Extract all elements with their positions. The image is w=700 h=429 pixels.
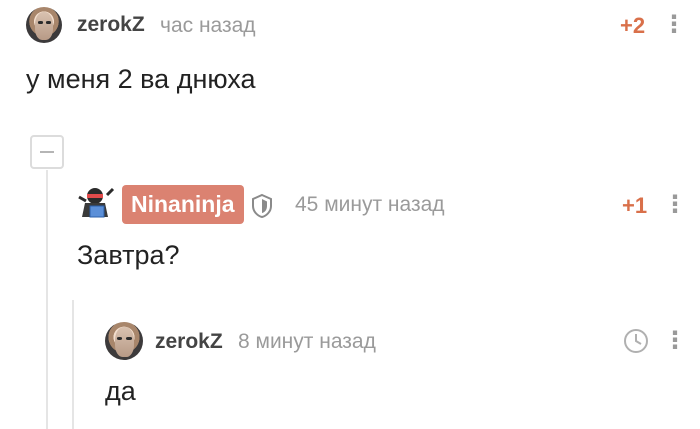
- collapse-thread-button[interactable]: [30, 135, 64, 169]
- more-options-icon[interactable]: ⋮: [663, 326, 687, 355]
- comment-time: 45 минут назад: [295, 193, 445, 216]
- thread-line[interactable]: [72, 300, 74, 429]
- comment-username[interactable]: zerokZ: [77, 13, 145, 37]
- comment-rating: +1: [622, 193, 648, 218]
- username-badge[interactable]: Ninaninja: [122, 185, 244, 224]
- comment-time: час назад: [160, 14, 256, 37]
- comment-rating: +2: [620, 13, 646, 38]
- comment-username[interactable]: zerokZ: [155, 330, 223, 354]
- more-options-icon[interactable]: ⋮: [662, 10, 686, 39]
- avatar[interactable]: [26, 7, 62, 43]
- avatar[interactable]: [77, 185, 115, 223]
- comment-text: Завтра?: [77, 240, 180, 270]
- comment-username: Ninaninja: [131, 191, 235, 217]
- shield-icon: [252, 193, 272, 219]
- comment-text: да: [105, 376, 136, 406]
- thread-line[interactable]: [46, 170, 48, 429]
- avatar[interactable]: [105, 322, 143, 360]
- comment-time: 8 минут назад: [238, 330, 376, 353]
- comment-text: у меня 2 ва днюха: [26, 64, 256, 94]
- clock-icon: [624, 329, 648, 353]
- more-options-icon[interactable]: ⋮: [663, 190, 687, 219]
